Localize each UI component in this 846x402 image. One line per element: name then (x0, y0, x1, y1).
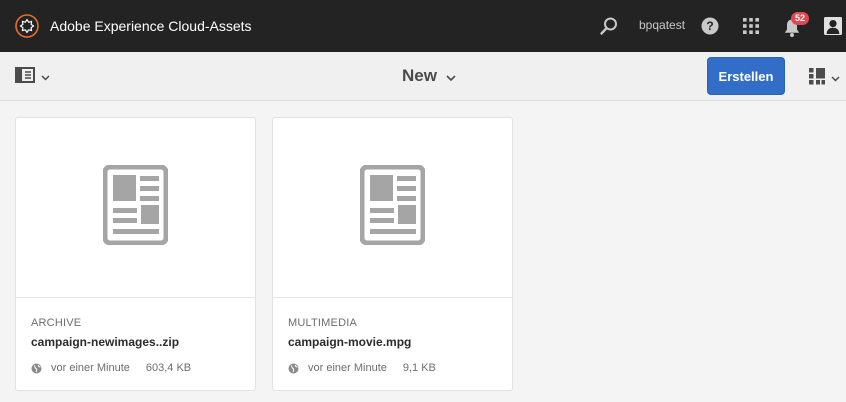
chevron-down-icon (831, 69, 840, 87)
asset-size: 9,1 KB (402, 362, 436, 374)
document-icon (102, 164, 169, 250)
rail-toggle-button[interactable] (15, 66, 53, 88)
card-view-icon (808, 67, 826, 90)
solutions-grid-icon[interactable] (739, 14, 763, 38)
asset-size: 603,4 KB (145, 362, 192, 374)
rail-toggle-icon (15, 66, 35, 88)
document-icon (359, 164, 426, 250)
asset-type: MULTIMEDIA (288, 317, 358, 329)
asset-modified: vor einer Minute (308, 362, 387, 374)
shell-header: Adobe Experience Cloud-Assets bpqatest ?… (0, 0, 846, 52)
asset-thumbnail[interactable] (273, 118, 512, 298)
asset-thumbnail[interactable] (16, 118, 255, 298)
search-icon[interactable] (597, 14, 621, 38)
page-title-label: New (402, 66, 437, 85)
asset-card[interactable]: ARCHIVE campaign-newimages..zip vor eine… (15, 117, 256, 391)
asset-name[interactable]: campaign-newimages..zip (31, 335, 179, 349)
chevron-down-icon (41, 68, 50, 86)
asset-card[interactable]: MULTIMEDIA campaign-movie.mpg vor einer … (272, 117, 513, 391)
asset-meta: vor einer Minute 9,1 KB (288, 362, 436, 374)
page-title[interactable]: New (402, 66, 456, 86)
asset-modified: vor einer Minute (51, 362, 130, 374)
adobe-experience-cloud-logo[interactable] (15, 14, 39, 38)
globe-icon (288, 363, 299, 374)
chevron-down-icon (446, 66, 456, 86)
user-icon[interactable] (821, 14, 845, 38)
asset-type: ARCHIVE (31, 317, 82, 329)
create-button[interactable]: Erstellen (707, 57, 785, 95)
help-icon[interactable]: ? (698, 14, 722, 38)
svg-text:?: ? (706, 19, 713, 33)
user-name[interactable]: bpqatest (639, 18, 685, 32)
asset-name[interactable]: campaign-movie.mpg (288, 335, 411, 349)
notification-badge[interactable]: 52 (791, 12, 809, 25)
globe-icon (31, 363, 42, 374)
app-title[interactable]: Adobe Experience Cloud-Assets (50, 18, 252, 34)
view-switcher[interactable] (808, 67, 846, 89)
asset-meta: vor einer Minute 603,4 KB (31, 362, 191, 374)
